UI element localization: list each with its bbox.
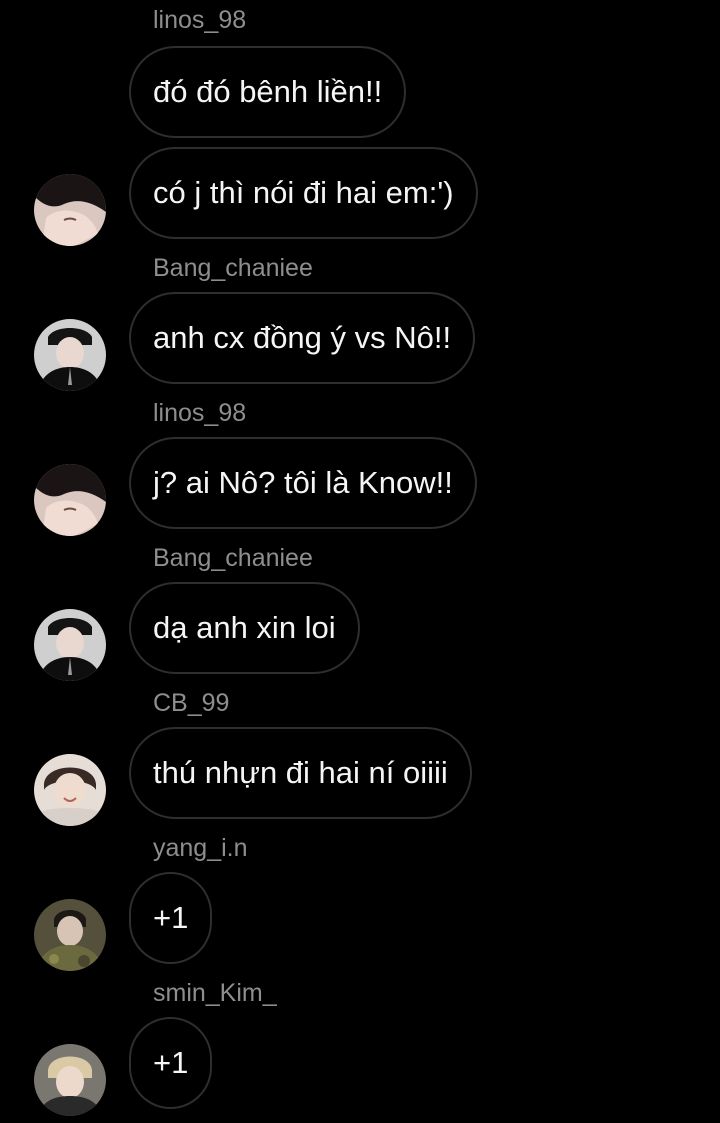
message-text: dạ anh xin loi — [153, 610, 336, 645]
message-text: đó đó bênh liền!! — [153, 74, 383, 109]
sender-name: CB_99 — [153, 689, 230, 717]
message-text: thú nhựn đi hai ní oiiii — [153, 755, 448, 790]
message-text: có j thì nói đi hai em:') — [153, 175, 454, 210]
sender-name: yang_i.n — [153, 834, 248, 862]
message-text: anh cx đồng ý vs Nô!! — [153, 320, 452, 355]
avatar-linos[interactable] — [34, 174, 106, 246]
avatar-bang[interactable] — [34, 609, 106, 681]
message-text: +1 — [153, 900, 189, 935]
avatar-smin[interactable] — [34, 1044, 106, 1116]
chat-thread: linos_98 đó đó bênh liền!! có j thì nói … — [0, 0, 720, 1123]
message-text: +1 — [153, 1045, 189, 1080]
message-text: j? ai Nô? tôi là Know!! — [153, 465, 453, 500]
message-bubble[interactable]: +1 — [129, 1017, 213, 1109]
avatar-linos[interactable] — [34, 464, 106, 536]
sender-name: smin_Kim_ — [153, 979, 277, 1007]
sender-name: Bang_chaniee — [153, 254, 313, 282]
avatar-bang[interactable] — [34, 319, 106, 391]
sender-name: Bang_chaniee — [153, 544, 313, 572]
message-bubble[interactable]: đó đó bênh liền!! — [129, 46, 407, 138]
message-bubble[interactable]: anh cx đồng ý vs Nô!! — [129, 292, 476, 384]
sender-name: linos_98 — [153, 6, 247, 34]
message-bubble[interactable]: có j thì nói đi hai em:') — [129, 147, 478, 239]
message-bubble[interactable]: dạ anh xin loi — [129, 582, 360, 674]
avatar-yang[interactable] — [34, 899, 106, 971]
message-bubble[interactable]: thú nhựn đi hai ní oiiii — [129, 727, 472, 819]
message-bubble[interactable]: +1 — [129, 872, 213, 964]
message-bubble[interactable]: j? ai Nô? tôi là Know!! — [129, 437, 477, 529]
avatar-cb[interactable] — [34, 754, 106, 826]
sender-name: linos_98 — [153, 399, 247, 427]
